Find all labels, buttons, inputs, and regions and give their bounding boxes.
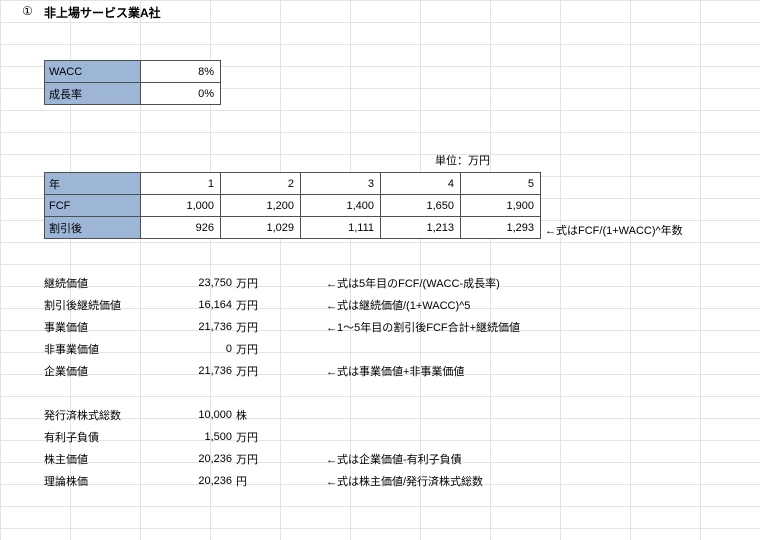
cell[interactable]: 1,293 [461,217,541,239]
section-marker: ① [22,4,33,18]
summary-value[interactable]: 1,500 [174,431,236,443]
list-item: 割引後継続価値16,164万円←式は継続価値/(1+WACC)^5 [44,294,520,316]
list-item: 非事業価値0万円 [44,338,520,360]
summary-unit: 万円 [236,341,276,357]
fcf-row-label: FCF [45,195,141,217]
summary-note: ←式は事業価値+非事業価値 [276,363,464,379]
cell[interactable]: 1,111 [301,217,381,239]
units-label: 単位：万円 [435,152,490,168]
table-row: 年 1 2 3 4 5 [45,173,541,195]
summary-unit: 株 [236,407,276,423]
summary-label: 割引後継続価値 [44,297,174,313]
cell[interactable]: 1,400 [301,195,381,217]
summary-note: ←式は継続価値/(1+WACC)^5 [276,297,470,313]
summary-value[interactable]: 21,736 [174,321,236,333]
summary-value[interactable]: 21,736 [174,365,236,377]
list-item: 株主価値20,236万円←式は企業価値-有利子負債 [44,448,520,470]
list-item: 有利子負債1,500万円 [44,426,520,448]
summary-label: 継続価値 [44,275,174,291]
summary-block: 継続価値23,750万円←式は5年目のFCF/(WACC-成長率) 割引後継続価… [44,272,520,492]
cell[interactable]: 5 [461,173,541,195]
summary-unit: 円 [236,473,276,489]
list-item: 企業価値21,736万円←式は事業価値+非事業価値 [44,360,520,382]
summary-unit: 万円 [236,275,276,291]
wacc-value[interactable]: 8% [141,61,221,83]
cell[interactable]: 1,650 [381,195,461,217]
summary-unit: 万円 [236,319,276,335]
cell[interactable]: 4 [381,173,461,195]
summary-value[interactable]: 0 [174,343,236,355]
spreadsheet-area[interactable]: ① 非上場サービス業A社 WACC 8% 成長率 0% 単位：万円 年 1 2 … [0,0,760,540]
table-row: FCF 1,000 1,200 1,400 1,650 1,900 [45,195,541,217]
summary-unit: 万円 [236,297,276,313]
assumptions-table: WACC 8% 成長率 0% [44,60,221,105]
page-title: 非上場サービス業A社 [44,4,161,21]
summary-unit: 万円 [236,451,276,467]
list-item: 継続価値23,750万円←式は5年目のFCF/(WACC-成長率) [44,272,520,294]
list-item [44,382,520,404]
summary-note: ←1〜5年目の割引後FCF合計+継続価値 [276,319,520,335]
summary-note: ←式は5年目のFCF/(WACC-成長率) [276,275,500,291]
summary-value[interactable]: 10,000 [174,409,236,421]
cell[interactable]: 1,213 [381,217,461,239]
summary-note: ←式は株主価値/発行済株式総数 [276,473,483,489]
projection-table: 年 1 2 3 4 5 FCF 1,000 1,200 1,400 1,650 … [44,172,541,239]
summary-label: 非事業価値 [44,341,174,357]
list-item: 事業価値21,736万円←1〜5年目の割引後FCF合計+継続価値 [44,316,520,338]
cell[interactable]: 1,900 [461,195,541,217]
summary-unit: 万円 [236,363,276,379]
growth-value[interactable]: 0% [141,83,221,105]
summary-unit: 万円 [236,429,276,445]
list-item: 理論株価20,236円←式は株主価値/発行済株式総数 [44,470,520,492]
summary-label: 株主価値 [44,451,174,467]
growth-label: 成長率 [45,83,141,105]
summary-note: ←式は企業価値-有利子負債 [276,451,462,467]
cell[interactable]: 3 [301,173,381,195]
summary-value[interactable]: 16,164 [174,299,236,311]
cell[interactable]: 2 [221,173,301,195]
cell[interactable]: 926 [141,217,221,239]
cell[interactable]: 1,000 [141,195,221,217]
year-row-label: 年 [45,173,141,195]
summary-label: 企業価値 [44,363,174,379]
disc-formula-note: ←式はFCF/(1+WACC)^年数 [545,222,683,238]
summary-value[interactable]: 20,236 [174,453,236,465]
summary-value[interactable]: 20,236 [174,475,236,487]
summary-label: 発行済株式総数 [44,407,174,423]
summary-label: 事業価値 [44,319,174,335]
disc-row-label: 割引後 [45,217,141,239]
cell[interactable]: 1,029 [221,217,301,239]
summary-label: 理論株価 [44,473,174,489]
cell[interactable]: 1,200 [221,195,301,217]
cell[interactable]: 1 [141,173,221,195]
summary-label: 有利子負債 [44,429,174,445]
wacc-label: WACC [45,61,141,83]
summary-value[interactable]: 23,750 [174,277,236,289]
list-item: 発行済株式総数10,000株 [44,404,520,426]
table-row: 割引後 926 1,029 1,111 1,213 1,293 [45,217,541,239]
